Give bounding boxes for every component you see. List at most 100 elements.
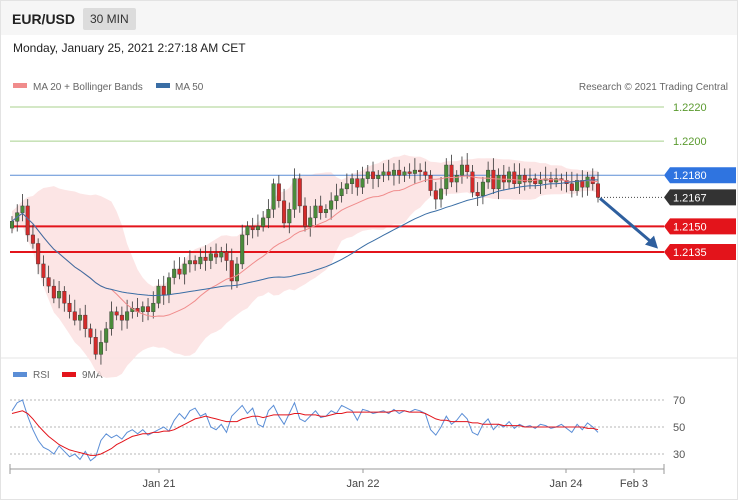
candle-body <box>250 226 255 231</box>
candle-body <box>172 268 177 278</box>
candle-body <box>486 169 491 183</box>
candle-body <box>46 277 51 287</box>
candle-body <box>282 200 287 224</box>
candle-body <box>36 243 41 265</box>
candle-body <box>365 171 370 179</box>
candle-body <box>161 285 166 295</box>
candle-body <box>480 181 485 196</box>
ma50-legend-label: MA 50 <box>175 82 204 93</box>
candle-body <box>297 178 302 207</box>
candle-body <box>412 169 417 174</box>
ma20-legend-swatch <box>13 83 27 88</box>
rsi-legend-label: RSI <box>33 370 50 381</box>
candle-body <box>292 178 297 210</box>
candle-body <box>104 328 109 343</box>
candle-body <box>255 226 260 231</box>
candle-body <box>67 302 72 312</box>
candle-body <box>83 314 88 329</box>
candle-body <box>182 263 187 275</box>
candle-body <box>496 175 501 190</box>
candle-body <box>20 205 25 213</box>
candle-body <box>381 171 386 176</box>
candle-body <box>501 175 506 183</box>
candle-body <box>261 217 266 227</box>
candle-body <box>418 169 423 173</box>
candle-body <box>339 188 344 196</box>
level-label: 1.2135 <box>673 247 707 259</box>
ma9-legend-swatch <box>62 372 76 377</box>
level-last: 1.2167 <box>598 189 736 206</box>
candle-body <box>193 260 198 265</box>
time-axis: Jan 21 Jan 22 Jan 24 Feb 3 <box>9 464 665 490</box>
candle-body <box>98 342 103 355</box>
candle-body <box>224 251 229 261</box>
candle-body <box>93 337 98 355</box>
candle-body <box>177 268 182 275</box>
candle-body <box>569 183 574 191</box>
candle-body <box>444 164 449 190</box>
candle-body <box>470 171 475 193</box>
candle-body <box>360 178 365 188</box>
candle-body <box>214 253 219 258</box>
candle-body <box>303 205 308 227</box>
candle-body <box>512 171 517 184</box>
candle-body <box>271 183 276 210</box>
candle-body <box>397 169 402 176</box>
candle-body <box>234 263 239 282</box>
rsi-tick-label: 50 <box>673 422 685 434</box>
candle-body <box>30 234 35 244</box>
time-tick-label: Feb 3 <box>620 478 648 490</box>
rsi-tick-label: 70 <box>673 395 685 407</box>
candle-body <box>203 256 208 261</box>
candle-body <box>198 256 203 265</box>
time-tick-label: Jan 21 <box>142 478 175 490</box>
candle-body <box>350 178 355 184</box>
level-label: 1.2220 <box>673 102 707 114</box>
candle-body <box>538 180 543 184</box>
candle-body <box>208 253 213 261</box>
candle-body <box>187 260 192 265</box>
candle-body <box>355 178 360 188</box>
candle-body <box>146 306 151 312</box>
candle-body <box>41 263 46 278</box>
level-label: 1.2150 <box>673 221 707 233</box>
candle-body <box>371 171 376 179</box>
candle-body <box>491 169 496 190</box>
time-tick-label: Jan 24 <box>549 478 582 490</box>
level-label: 1.2180 <box>673 170 707 182</box>
candle-body <box>72 311 77 321</box>
candle-body <box>318 205 323 213</box>
candle-body <box>57 291 62 299</box>
rsi-line <box>11 399 599 462</box>
price-plot: 1.2220 1.2200 1.2180 1.2167 1.2150 1.2135 <box>9 102 736 378</box>
candle-body <box>245 226 250 236</box>
level-label: 1.2167 <box>673 192 707 204</box>
forecast-arrow <box>599 197 653 244</box>
candle-body <box>334 195 339 202</box>
candle-body <box>140 306 145 312</box>
candle-body <box>323 209 328 213</box>
candle-body <box>287 209 292 224</box>
rsi-plot: 70 50 30 <box>10 395 685 462</box>
copyright-label: Research © 2021 Trading Central <box>579 82 728 93</box>
level-resistance: 1.2200 <box>10 136 707 148</box>
candle-body <box>391 169 396 176</box>
candle-body <box>402 171 407 176</box>
candle-body <box>240 234 245 265</box>
ma50-legend-swatch <box>156 83 170 88</box>
chart-svg: MA 20 + Bollinger Bands MA 50 Research ©… <box>1 82 737 490</box>
time-tick-label: Jan 22 <box>346 478 379 490</box>
candle-body <box>517 175 522 184</box>
candle-body <box>109 311 114 329</box>
candle-body <box>156 285 161 304</box>
candle-body <box>533 178 538 184</box>
candle-body <box>344 183 349 190</box>
candle-body <box>386 171 391 176</box>
candle-body <box>151 302 156 312</box>
rsi-legend-swatch <box>13 372 27 377</box>
candle-body <box>9 221 14 229</box>
rsi-tick-label: 30 <box>673 449 685 461</box>
candle-body <box>166 277 171 295</box>
candle-body <box>276 183 281 202</box>
candle-body <box>62 291 67 304</box>
